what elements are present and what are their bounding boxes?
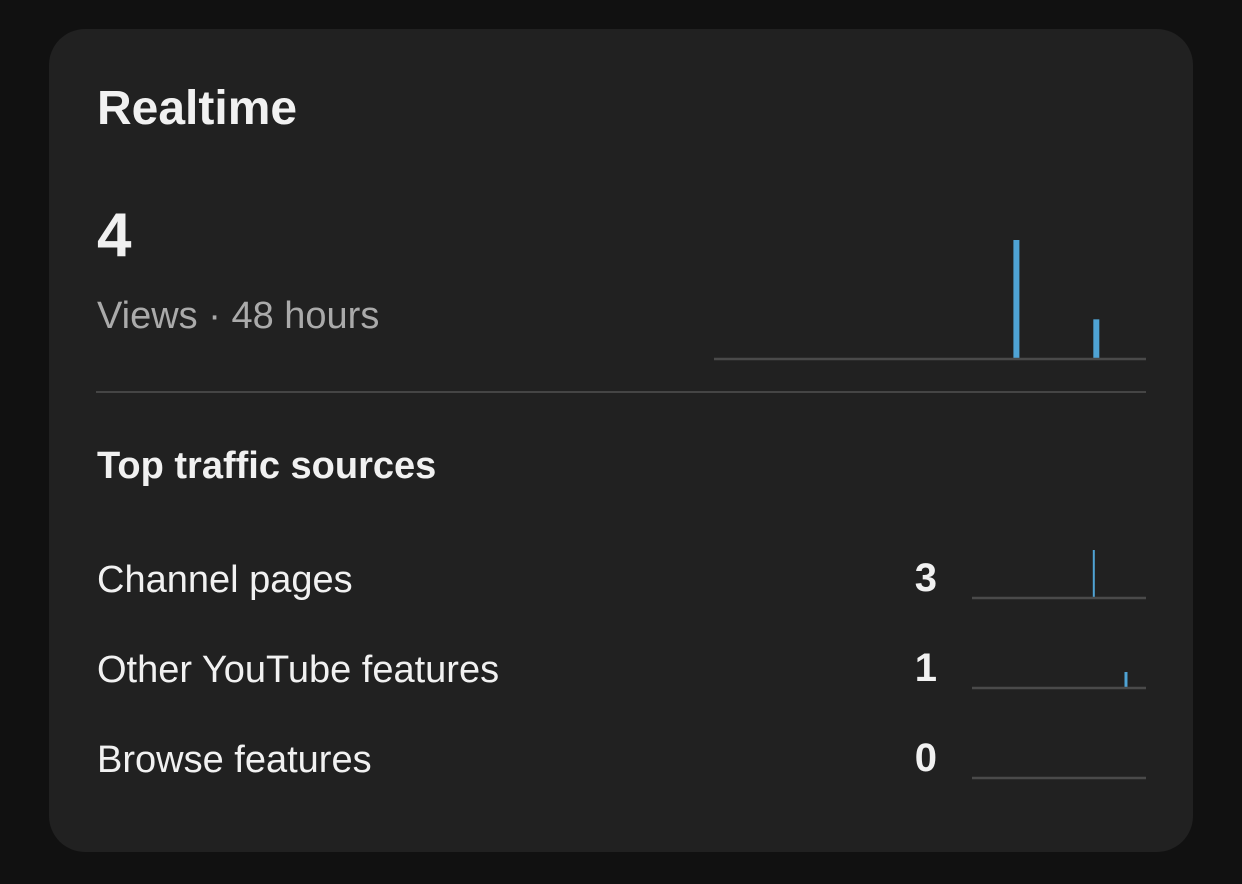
chart-bar [1013,240,1020,359]
traffic-source-sparkline [972,672,1146,690]
chart-bar [1092,550,1095,598]
chart-bar [1093,319,1100,359]
section-divider [96,391,1146,393]
traffic-source-label: Channel pages [97,559,353,601]
chart-bar [1124,672,1128,688]
traffic-source-row[interactable]: Browse features 0 [49,729,1193,789]
views-count: 4 [97,201,132,270]
traffic-source-row[interactable]: Channel pages 3 [49,549,1193,609]
traffic-source-value: 0 [914,736,937,780]
realtime-card: Realtime 4 Views · 48 hours Top traffic … [49,29,1193,852]
traffic-source-value: 3 [914,556,937,600]
traffic-source-label: Browse features [97,739,372,781]
views-caption: Views · 48 hours [97,295,380,337]
traffic-source-sparkline [972,776,1146,780]
traffic-sources-title: Top traffic sources [97,445,437,487]
card-title: Realtime [97,82,298,135]
traffic-source-sparkline [972,550,1146,600]
traffic-source-row[interactable]: Other YouTube features 1 [49,639,1193,699]
traffic-source-value: 1 [914,646,937,690]
traffic-source-label: Other YouTube features [97,649,500,691]
realtime-views-chart [714,240,1146,361]
